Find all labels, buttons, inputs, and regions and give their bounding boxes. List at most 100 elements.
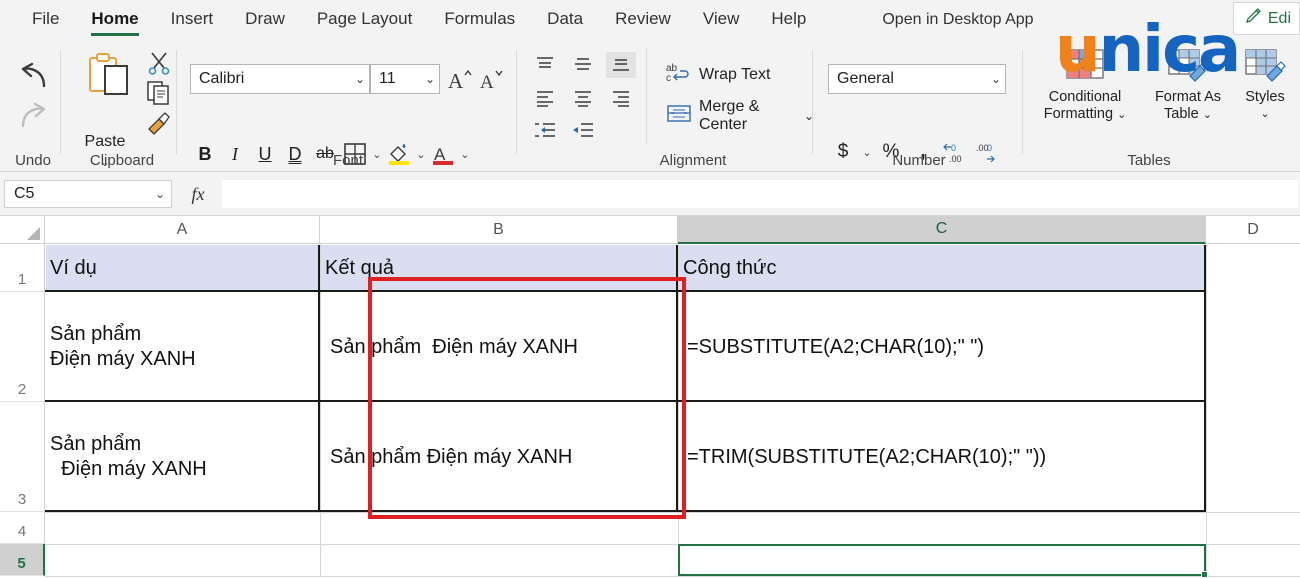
tab-help[interactable]: Help — [755, 9, 822, 38]
undo-arrow-icon[interactable] — [14, 60, 54, 98]
formula-input[interactable] — [222, 180, 1298, 208]
cell-a4[interactable] — [46, 513, 320, 543]
cf-chevron-down-icon[interactable]: ⌄ — [1117, 109, 1126, 121]
increase-indent-icon[interactable] — [568, 118, 598, 144]
font-name-input[interactable]: Calibri ⌄ — [190, 64, 370, 94]
ribbon-group-clipboard: Paste ⌄ Clipboard — [66, 38, 178, 172]
cf-l2-text: Formatting — [1043, 106, 1114, 122]
number-format-select[interactable]: General ⌄ — [828, 64, 1006, 94]
ribbon: Undo Paste ⌄ Clipboard Calibri ⌄ 11 ⌄ A … — [0, 38, 1300, 172]
format-as-table-icon — [1142, 46, 1234, 89]
cell-b3[interactable]: Sản phẩm Điện máy XANH — [321, 403, 678, 511]
clipboard-paste-icon[interactable] — [86, 52, 134, 103]
align-middle-icon[interactable] — [568, 52, 598, 78]
open-in-desktop-app-button[interactable]: Open in Desktop App — [882, 11, 1033, 38]
tab-draw[interactable]: Draw — [229, 9, 301, 38]
align-top-icon[interactable] — [530, 52, 560, 78]
tab-insert[interactable]: Insert — [155, 9, 230, 38]
row-header-5[interactable]: 5 — [0, 544, 45, 576]
cell-c1[interactable]: Công thức — [679, 245, 1206, 291]
cell-b2[interactable]: Sản phẩm Điện máy XANH — [321, 293, 678, 401]
edit-button-label: Edi — [1267, 9, 1291, 27]
name-box-value: C5 — [14, 185, 35, 202]
tab-page-layout[interactable]: Page Layout — [301, 9, 428, 38]
conditional-formatting-label-1: Conditional — [1048, 89, 1122, 105]
merge-center-button[interactable]: Merge & Center ⌄ — [666, 98, 814, 134]
align-left-icon[interactable] — [530, 86, 560, 112]
cell-styles-button[interactable]: Styles ⌄ — [1232, 46, 1298, 123]
inner-divider — [646, 48, 647, 144]
tab-file[interactable]: File — [16, 9, 75, 38]
column-header-b[interactable]: B — [320, 216, 678, 244]
cell-a1[interactable]: Ví dụ — [46, 245, 320, 291]
number-format-value: General — [837, 70, 894, 87]
spreadsheet-grid: A B C D 1 2 3 4 5 Ví dụ Kết quả Công thứ… — [0, 216, 1300, 578]
grow-font-icon[interactable]: A — [446, 66, 474, 99]
ribbon-group-alignment-label: Alignment — [659, 152, 727, 169]
column-header-c[interactable]: C — [678, 216, 1206, 244]
cell-a3[interactable]: Sản phẩm Điện máy XANH — [46, 403, 320, 511]
copy-pages-icon[interactable] — [146, 80, 172, 111]
column-header-a[interactable]: A — [45, 216, 320, 244]
cell-c5[interactable] — [679, 545, 1206, 575]
format-as-table-button[interactable]: Format As Table ⌄ — [1142, 46, 1234, 124]
column-header-d[interactable]: D — [1206, 216, 1300, 244]
tab-review[interactable]: Review — [599, 9, 687, 38]
align-bottom-icon[interactable] — [606, 52, 636, 78]
paste-button-label[interactable]: Paste — [66, 133, 144, 151]
group-divider — [60, 50, 61, 154]
row-header-2[interactable]: 2 — [0, 292, 45, 402]
cell-b5[interactable] — [321, 545, 678, 575]
cell-c3[interactable]: =TRIM(SUBSTITUTE(A2;CHAR(10);" ")) — [683, 403, 1206, 511]
decrease-indent-icon[interactable] — [530, 118, 560, 144]
ribbon-group-undo: Undo — [0, 38, 66, 172]
tab-home[interactable]: Home — [75, 9, 154, 38]
font-size-input[interactable]: 11 ⌄ — [370, 64, 440, 94]
ribbon-group-number-label: Number — [892, 152, 946, 169]
cell-c4[interactable] — [679, 513, 1206, 543]
cell-b4[interactable] — [321, 513, 678, 543]
shrink-font-icon[interactable]: A — [478, 66, 506, 99]
tab-data[interactable]: Data — [531, 9, 599, 38]
fat-chevron-down-icon[interactable]: ⌄ — [1203, 109, 1212, 121]
chevron-down-icon[interactable]: ⌄ — [991, 72, 1001, 86]
row-header-1[interactable]: 1 — [0, 244, 45, 292]
row-header-4[interactable]: 4 — [0, 512, 45, 544]
chevron-down-icon[interactable]: ⌄ — [355, 72, 365, 86]
merge-center-label: Merge & Center — [699, 98, 760, 133]
select-all-corner[interactable] — [0, 216, 45, 244]
wrap-text-label: Wrap Text — [699, 65, 771, 83]
grid-line — [1206, 244, 1207, 576]
align-center-icon[interactable] — [568, 86, 598, 112]
cell-border — [318, 245, 320, 512]
chevron-down-icon[interactable]: ⌄ — [155, 187, 165, 201]
chevron-down-icon[interactable]: ⌄ — [425, 72, 435, 86]
insert-function-icon[interactable]: fx — [180, 180, 216, 208]
align-right-icon[interactable] — [606, 86, 636, 112]
cell-c2[interactable]: =SUBSTITUTE(A2;CHAR(10);" ") — [683, 293, 1206, 401]
name-box[interactable]: C5 ⌄ — [4, 180, 172, 208]
ribbon-group-clipboard-label: Clipboard — [89, 152, 155, 169]
cell-border — [45, 290, 1206, 292]
wrap-text-button[interactable]: ab c Wrap Text — [666, 60, 770, 89]
scissors-icon[interactable] — [146, 50, 172, 81]
ribbon-group-number: General ⌄ $ ⌄ % , 0.00 0.00 Number — [814, 38, 1024, 172]
format-as-table-label-1: Format As — [1154, 89, 1222, 105]
redo-arrow-icon[interactable] — [14, 100, 54, 138]
tab-formulas[interactable]: Formulas — [428, 9, 531, 38]
cell-b1[interactable]: Kết quả — [321, 245, 678, 291]
format-painter-brush-icon[interactable] — [146, 110, 172, 141]
row-header-3[interactable]: 3 — [0, 402, 45, 512]
conditional-formatting-button[interactable]: Conditional Formatting ⌄ — [1030, 46, 1140, 124]
edit-button[interactable]: Edi — [1232, 2, 1300, 35]
tab-view[interactable]: View — [687, 9, 756, 38]
ribbon-group-tables: Conditional Formatting ⌄ Format As Table — [1024, 38, 1300, 172]
svg-text:A: A — [448, 69, 464, 93]
cell-a5[interactable] — [46, 545, 320, 575]
ribbon-group-tables-label: Tables — [1127, 152, 1171, 169]
pencil-icon — [1244, 7, 1263, 31]
cell-a2[interactable]: Sản phẩm Điện máy XANH — [46, 293, 320, 401]
fat-l2-text: Table — [1164, 106, 1199, 122]
group-divider — [516, 50, 517, 154]
styles-chevron-down-icon[interactable]: ⌄ — [1232, 106, 1298, 123]
